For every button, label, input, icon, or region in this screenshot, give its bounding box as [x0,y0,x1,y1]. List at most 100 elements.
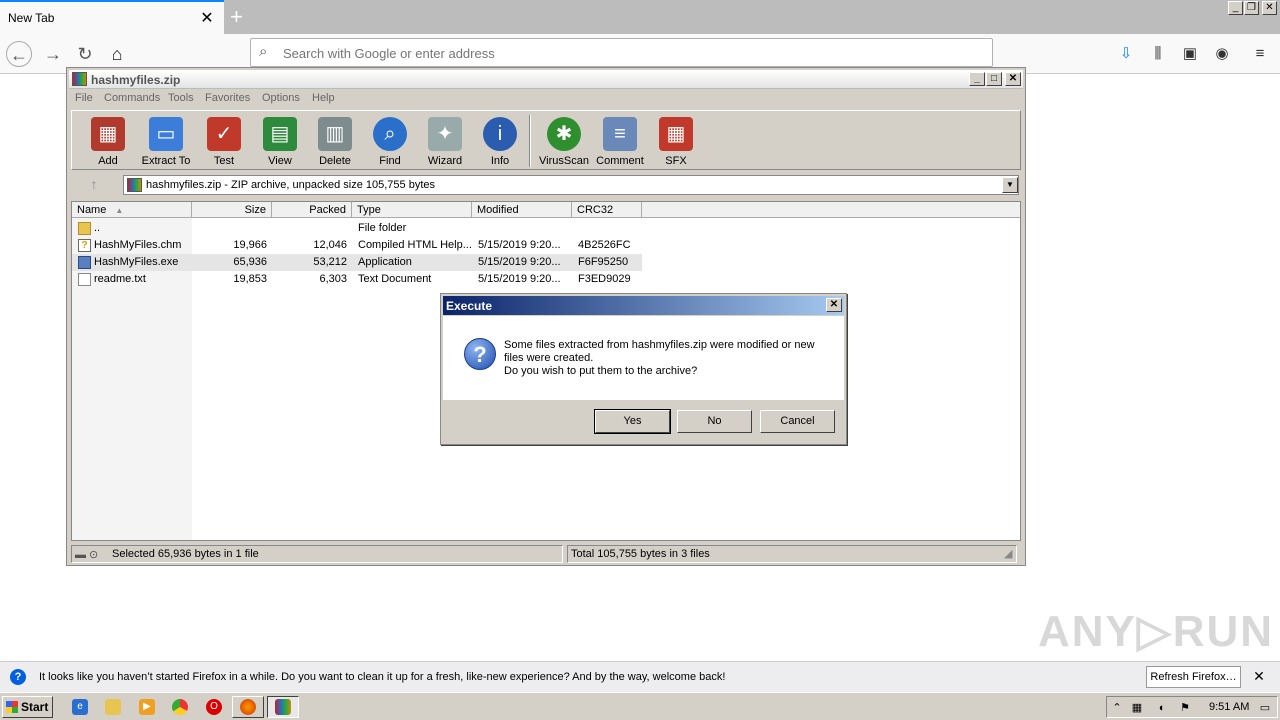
account-icon[interactable]: ◉ [1211,43,1233,65]
sidebar-icon[interactable]: ▣ [1179,43,1201,65]
menu-file[interactable]: File [75,92,93,104]
tool-info-button[interactable]: i Info [472,115,528,169]
restore-button[interactable]: ❐ [1244,1,1259,15]
sfx-box-icon: ▦ [659,117,693,151]
winrar-close-button[interactable]: ✕ [1005,72,1021,86]
menu-commands[interactable]: Commands [104,92,160,104]
dialog-message-line3: Do you wish to put them to the archive? [504,365,698,377]
dialog-close-icon[interactable]: ✕ [826,298,842,312]
dialog-title: Execute [446,299,493,313]
media-player-icon[interactable]: ▶ [139,699,155,715]
bug-icon: ✱ [547,117,581,151]
tool-view-button[interactable]: ▤ View [252,115,308,169]
trash-icon: ▥ [318,117,352,151]
winrar-maximize-button[interactable]: □ [986,72,1002,86]
path-combo[interactable]: hashmyfiles.zip - ZIP archive, unpacked … [123,175,1019,195]
close-button[interactable]: ✕ [1262,1,1277,15]
opera-icon[interactable]: O [206,699,222,715]
minimize-button[interactable]: _ [1228,1,1243,15]
tool-delete-button[interactable]: ▥ Delete [307,115,363,169]
download-icon[interactable]: ⇩ [1115,43,1137,65]
address-bar[interactable]: ⌕ [250,38,993,67]
column-type[interactable]: Type [352,202,472,218]
file-row[interactable]: ? HashMyFiles.chm 19,966 12,046 Compiled… [72,237,642,254]
notification-text: It looks like you haven’t started Firefo… [39,671,726,683]
no-button[interactable]: No [677,410,752,433]
up-arrow-icon[interactable]: ↑ [75,176,113,194]
resize-grip-icon[interactable]: ◢ [1004,547,1012,560]
tool-test-button[interactable]: ✓ Test [196,115,252,169]
menu-options[interactable]: Options [262,92,300,104]
chevron-down-icon[interactable]: ▼ [1002,177,1018,193]
new-tab-button[interactable]: + [230,4,252,30]
archive-icon [127,178,142,192]
chevron-up-icon[interactable]: ⌃ [1109,700,1125,716]
tool-wizard-button[interactable]: ✦ Wizard [417,115,473,169]
toolbar-separator [529,115,531,167]
winrar-title-bar[interactable]: hashmyfiles.zip _ □ ✕ [69,70,1023,89]
winrar-minimize-button[interactable]: _ [969,72,985,86]
winrar-icon [72,72,87,86]
address-input[interactable] [283,44,973,62]
text-file-icon [78,273,91,286]
info-icon: i [483,117,517,151]
column-packed[interactable]: Packed [272,202,352,218]
wand-icon: ✦ [428,117,462,151]
dialog-title-bar[interactable]: Execute ✕ [443,296,844,315]
column-crc32[interactable]: CRC32 [572,202,642,218]
tool-sfx-button[interactable]: ▦ SFX [648,115,704,169]
forward-arrow-icon[interactable]: → [40,41,66,67]
firefox-task-button[interactable] [232,696,264,718]
flag-icon[interactable]: ⚑ [1177,700,1193,716]
winrar-toolbar: ▦ Add ▭ Extract To ✓ Test ▤ View ▥ Delete ⌕ Fi… [71,110,1021,170]
tab-close-icon[interactable]: ✕ [198,8,216,28]
taskbar: Start e ▶ O ⌃ ▦ ◖ ⚑ 9:51 AM ▭ [0,692,1280,720]
ie-icon[interactable]: e [72,699,88,715]
browser-tab[interactable]: New Tab ✕ [0,0,224,34]
back-arrow-icon[interactable]: ← [6,41,32,67]
tool-virusscan-button[interactable]: ✱ VirusScan [536,115,592,169]
refresh-firefox-button[interactable]: Refresh Firefox… [1146,666,1241,688]
menu-icon[interactable]: ≡ [1249,43,1271,65]
file-row-selected[interactable]: HashMyFiles.exe 65,936 53,212 Applicatio… [72,254,642,271]
home-icon[interactable]: ⌂ [104,41,130,67]
firefox-icon [240,699,256,715]
winrar-title: hashmyfiles.zip [91,73,181,87]
winrar-task-button[interactable] [267,696,299,718]
explorer-icon[interactable] [105,699,121,715]
tool-comment-button[interactable]: ≡ Comment [592,115,648,169]
dialog-message-line2: files were created. [504,352,594,364]
show-desktop-icon[interactable]: ▭ [1257,700,1273,716]
reload-icon[interactable]: ↻ [72,41,98,67]
column-name[interactable]: Name ▲ [72,202,192,218]
close-icon[interactable]: ✕ [1250,668,1268,686]
tool-add-button[interactable]: ▦ Add [80,115,136,169]
notification-bar: ? It looks like you haven’t started Fire… [0,661,1280,692]
execute-dialog: Execute ✕ ? Some files extracted from ha… [440,293,847,445]
tab-title: New Tab [8,11,55,25]
info-icon: ? [10,669,26,685]
dialog-body: ? Some files extracted from hashmyfiles.… [443,316,844,400]
chrome-icon[interactable] [172,699,188,715]
cancel-button[interactable]: Cancel [760,410,835,433]
winrar-icon [275,699,291,715]
system-tray: ⌃ ▦ ◖ ⚑ 9:51 AM ▭ [1106,696,1278,718]
tool-find-button[interactable]: ⌕ Find [362,115,418,169]
menu-help[interactable]: Help [312,92,335,104]
tool-extract-button[interactable]: ▭ Extract To [138,115,194,169]
column-modified[interactable]: Modified [472,202,572,218]
status-left: ▬ ⊙ Selected 65,936 bytes in 1 file [71,545,563,563]
network-icon[interactable]: ▦ [1129,700,1145,716]
magnifier-icon: ⌕ [373,117,407,151]
start-button[interactable]: Start [2,696,53,718]
volume-icon[interactable]: ◖ [1153,700,1169,716]
library-icon[interactable]: ⫼ [1147,43,1169,65]
yes-button[interactable]: Yes [594,409,671,434]
menu-tools[interactable]: Tools [168,92,194,104]
file-row[interactable]: readme.txt 19,853 6,303 Text Document 5/… [72,271,642,288]
file-row[interactable]: .. File folder [72,220,642,237]
column-size[interactable]: Size [192,202,272,218]
question-icon: ? [464,338,496,370]
application-icon [78,256,91,269]
menu-favorites[interactable]: Favorites [205,92,250,104]
